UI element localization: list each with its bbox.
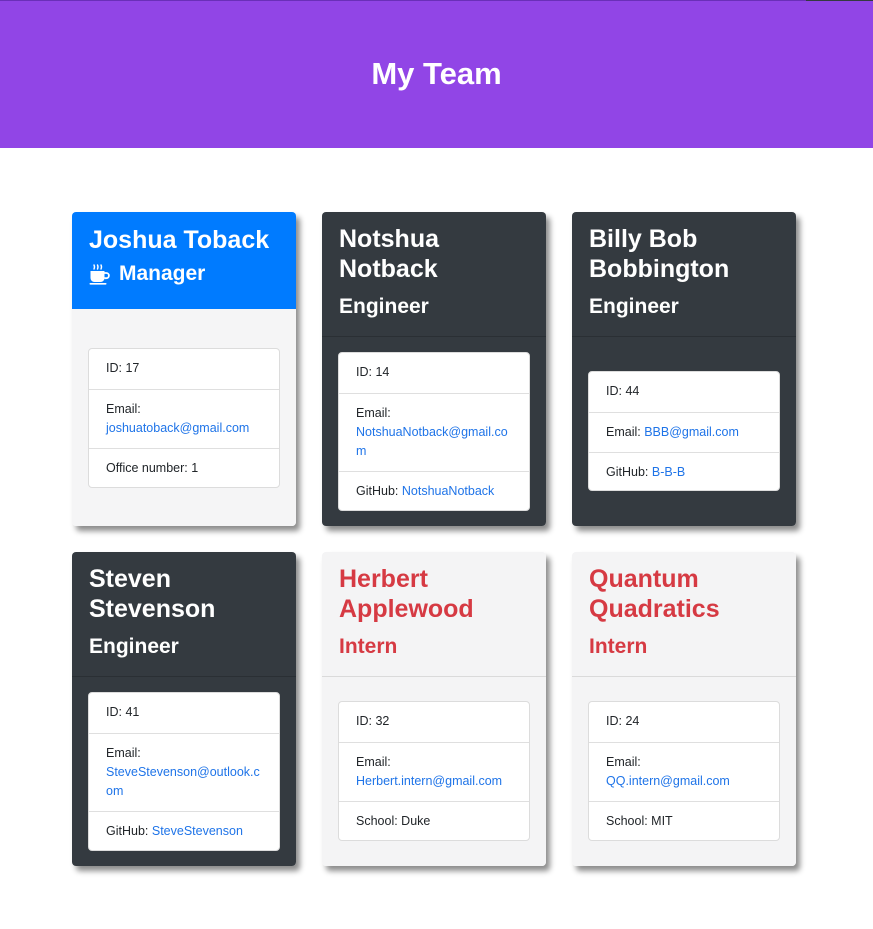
name-line: Bobbington xyxy=(589,255,730,283)
details-list: ID: 41 Email: SteveStevenson@outlook.com… xyxy=(88,692,280,851)
employee-name: Herbert Applewood xyxy=(339,564,530,624)
id-text: ID: 41 xyxy=(106,705,140,719)
card-body: ID: 32 Email: Herbert.intern@gmail.com S… xyxy=(322,677,546,866)
email-link[interactable]: NotshuaNotback@gmail.com xyxy=(356,425,508,458)
employee-name: Quantum Quadratics xyxy=(589,564,780,624)
list-item-school: School: MIT xyxy=(589,801,779,840)
github-link[interactable]: SteveStevenson xyxy=(152,824,243,838)
github-label: GitHub: xyxy=(606,465,649,479)
employee-card-manager: Joshua Toback Manager ID: 17 Email: josh… xyxy=(72,212,296,526)
card-body: ID: 41 Email: SteveStevenson@outlook.com… xyxy=(72,677,296,866)
email-label: Email: xyxy=(606,755,641,769)
email-link[interactable]: Herbert.intern@gmail.com xyxy=(356,774,502,788)
list-item-id: ID: 17 xyxy=(89,349,279,389)
details-list: ID: 17 Email: joshuatoback@gmail.com Off… xyxy=(88,348,280,488)
id-text: ID: 17 xyxy=(106,361,140,375)
name-line: Notshua xyxy=(339,225,439,253)
details-list: ID: 44 Email: BBB@gmail.com GitHub: B-B-… xyxy=(588,371,780,491)
employee-name: Billy Bob Bobbington xyxy=(589,224,780,284)
email-link[interactable]: BBB@gmail.com xyxy=(644,425,739,439)
employee-role: Intern xyxy=(589,635,648,658)
coffee-mug-icon xyxy=(89,264,110,285)
list-item-id: ID: 32 xyxy=(339,702,529,742)
card-header: Joshua Toback Manager xyxy=(72,212,296,309)
list-item-email: Email: SteveStevenson@outlook.com xyxy=(89,733,279,811)
list-item-email: Email: BBB@gmail.com xyxy=(589,412,779,452)
list-item-github: GitHub: SteveStevenson xyxy=(89,811,279,850)
name-line: Quantum xyxy=(589,565,699,593)
card-body: ID: 24 Email: QQ.intern@gmail.com School… xyxy=(572,677,796,866)
employee-role: Engineer xyxy=(339,295,429,318)
email-label: Email: xyxy=(606,425,641,439)
email-label: Email: xyxy=(106,746,141,760)
card-header: Herbert Applewood Intern xyxy=(322,552,546,677)
card-header: Steven Stevenson Engineer xyxy=(72,552,296,677)
list-item-email: Email: NotshuaNotback@gmail.com xyxy=(339,393,529,471)
page-title: My Team xyxy=(371,55,502,91)
id-text: ID: 24 xyxy=(606,714,640,728)
list-item-office: Office number: 1 xyxy=(89,448,279,487)
name-line: Quadratics xyxy=(589,595,720,623)
name-line: Stevenson xyxy=(89,595,216,623)
email-label: Email: xyxy=(356,755,391,769)
list-item-email: Email: QQ.intern@gmail.com xyxy=(589,742,779,801)
email-link[interactable]: QQ.intern@gmail.com xyxy=(606,774,730,788)
name-line: Steven xyxy=(89,565,171,593)
email-link[interactable]: joshuatoback@gmail.com xyxy=(106,421,249,435)
details-list: ID: 24 Email: QQ.intern@gmail.com School… xyxy=(588,701,780,841)
school-text: School: Duke xyxy=(356,814,431,828)
school-text: School: MIT xyxy=(606,814,673,828)
list-item-github: GitHub: NotshuaNotback xyxy=(339,471,529,510)
role-label: Manager xyxy=(119,262,206,285)
employee-card-engineer: Notshua Notback Engineer ID: 14 Email: N… xyxy=(322,212,546,526)
list-item-github: GitHub: B-B-B xyxy=(589,452,779,490)
name-line: Billy Bob xyxy=(589,225,698,253)
email-label: Email: xyxy=(106,402,141,416)
name-line: Herbert xyxy=(339,565,428,593)
employee-role: Engineer xyxy=(89,635,179,658)
employee-role: Manager xyxy=(89,261,280,287)
id-text: ID: 32 xyxy=(356,714,390,728)
card-header: Notshua Notback Engineer xyxy=(322,212,546,337)
employee-card-engineer: Billy Bob Bobbington Engineer ID: 44 Ema… xyxy=(572,212,796,526)
card-header: Billy Bob Bobbington Engineer xyxy=(572,212,796,337)
employee-name: Notshua Notback xyxy=(339,224,530,284)
employee-card-engineer: Steven Stevenson Engineer ID: 41 Email: … xyxy=(72,552,296,866)
employee-name: Joshua Toback xyxy=(89,226,270,254)
office-number-text: Office number: 1 xyxy=(106,461,199,475)
list-item-school: School: Duke xyxy=(339,801,529,840)
details-list: ID: 32 Email: Herbert.intern@gmail.com S… xyxy=(338,701,530,841)
details-list: ID: 14 Email: NotshuaNotback@gmail.com G… xyxy=(338,352,530,511)
name-line: Notback xyxy=(339,255,438,283)
list-item-id: ID: 44 xyxy=(589,372,779,412)
page-header: My Team xyxy=(0,1,873,148)
list-item-id: ID: 14 xyxy=(339,353,529,393)
github-link[interactable]: NotshuaNotback xyxy=(402,484,494,498)
github-label: GitHub: xyxy=(356,484,399,498)
github-label: GitHub: xyxy=(106,824,149,838)
card-body: ID: 14 Email: NotshuaNotback@gmail.com G… xyxy=(322,337,546,526)
card-header: Quantum Quadratics Intern xyxy=(572,552,796,677)
employee-card-intern: Quantum Quadratics Intern ID: 24 Email: … xyxy=(572,552,796,866)
email-label: Email: xyxy=(356,406,391,420)
employee-card-intern: Herbert Applewood Intern ID: 32 Email: H… xyxy=(322,552,546,866)
card-body: ID: 44 Email: BBB@gmail.com GitHub: B-B-… xyxy=(572,337,796,526)
employee-role: Intern xyxy=(339,635,398,658)
email-link[interactable]: SteveStevenson@outlook.com xyxy=(106,765,260,798)
list-item-id: ID: 41 xyxy=(89,693,279,733)
list-item-email: Email: joshuatoback@gmail.com xyxy=(89,389,279,448)
github-link[interactable]: B-B-B xyxy=(652,465,685,479)
card-body: ID: 17 Email: joshuatoback@gmail.com Off… xyxy=(72,309,296,526)
id-text: ID: 14 xyxy=(356,365,390,379)
list-item-email: Email: Herbert.intern@gmail.com xyxy=(339,742,529,801)
list-item-id: ID: 24 xyxy=(589,702,779,742)
name-line: Applewood xyxy=(339,595,474,623)
id-text: ID: 44 xyxy=(606,384,640,398)
employee-role: Engineer xyxy=(589,295,679,318)
employee-name: Steven Stevenson xyxy=(89,564,280,624)
